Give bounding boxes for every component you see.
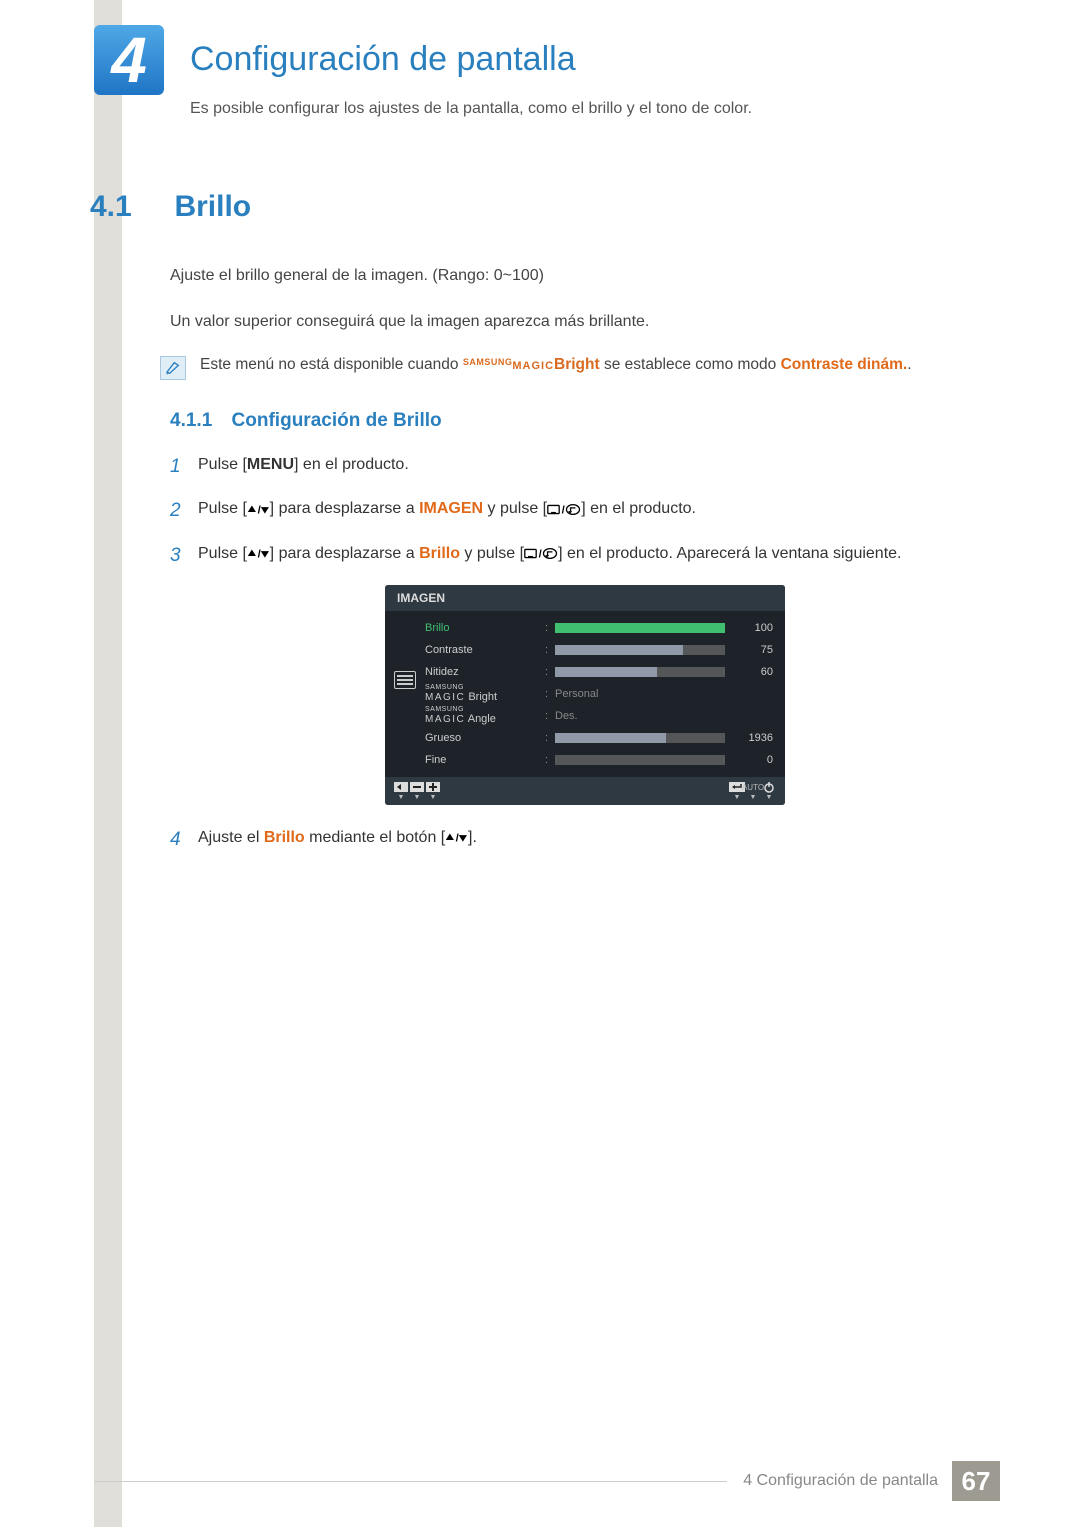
osd-title: IMAGEN <box>385 585 785 611</box>
note-samsung: SAMSUNG <box>463 357 513 367</box>
source-enter-icon: / <box>547 501 581 517</box>
svg-text:/: / <box>456 833 460 844</box>
note-icon <box>160 356 186 380</box>
auto-label: AUTO <box>745 781 761 793</box>
section-body: Ajuste el brillo general de la imagen. (… <box>170 264 1000 856</box>
note-post: . <box>907 356 911 373</box>
osd-row: Grueso:1936 <box>425 727 773 749</box>
note-bright: Bright <box>554 356 600 373</box>
step-text: Ajuste el Brillo mediante el botón [/]. <box>198 825 1000 855</box>
note-mid: se establece como modo <box>600 356 781 373</box>
osd-category-icon <box>385 611 425 777</box>
osd-row: Contraste:75 <box>425 639 773 661</box>
note-pre: Este menú no está disponible cuando <box>200 356 463 373</box>
source-enter-icon: / <box>524 546 558 562</box>
osd-row: SAMSUNGMAGIC Angle:Des. <box>425 705 773 727</box>
para2: Un valor superior conseguirá que la imag… <box>170 310 1000 334</box>
section: 4.1 Brillo Ajuste el brillo general de l… <box>90 190 1000 870</box>
steps-list-2: 4 Ajuste el Brillo mediante el botón [/]… <box>170 825 1000 855</box>
up-down-icon: / <box>247 546 270 562</box>
step-4: 4 Ajuste el Brillo mediante el botón [/]… <box>170 825 1000 855</box>
osd-footer: ▼ ▼ ▼ ▼ AUTO▼ ▼ <box>385 777 785 805</box>
osd-row: SAMSUNGMAGIC Bright:Personal <box>425 683 773 705</box>
chapter-number: 4 <box>111 28 147 92</box>
plus-icon <box>425 781 441 793</box>
note-text: Este menú no está disponible cuando SAMS… <box>200 356 912 374</box>
svg-text:/: / <box>257 504 261 515</box>
section-number: 4.1 <box>90 190 170 224</box>
subsection-number: 4.1.1 <box>170 410 212 431</box>
subsection-title: Configuración de Brillo <box>232 410 442 431</box>
back-icon <box>393 781 409 793</box>
footer-chapter-ref: 4 Configuración de pantalla <box>743 1472 938 1490</box>
svg-text:/: / <box>539 549 543 560</box>
svg-text:/: / <box>257 549 261 560</box>
step-number: 2 <box>170 496 198 526</box>
osd-screenshot: IMAGEN Brillo:100Contraste:75Nitidez:60S… <box>385 585 785 805</box>
brillo-label: Brillo <box>419 545 460 562</box>
step-2: 2 Pulse [/] para desplazarse a IMAGEN y … <box>170 496 1000 526</box>
svg-text:/: / <box>562 504 566 515</box>
section-title: Brillo <box>174 190 251 224</box>
step-text: Pulse [/] para desplazarse a Brillo y pu… <box>198 541 1000 571</box>
osd-rows: Brillo:100Contraste:75Nitidez:60SAMSUNGM… <box>425 611 785 777</box>
step-number: 3 <box>170 541 198 571</box>
chapter-title: Configuración de pantalla <box>190 40 576 79</box>
note-dyn: Contraste dinám. <box>781 356 908 373</box>
note: Este menú no está disponible cuando SAMS… <box>160 356 1000 380</box>
step-1: 1 Pulse [MENU] en el producto. <box>170 452 1000 482</box>
menu-button-label: MENU <box>247 456 294 473</box>
chapter-header: 4 Configuración de pantalla Es posible c… <box>0 0 1080 25</box>
imagen-label: IMAGEN <box>419 500 483 517</box>
osd-row: Brillo:100 <box>425 617 773 639</box>
up-down-icon: / <box>247 501 270 517</box>
step-text: Pulse [MENU] en el producto. <box>198 452 1000 482</box>
power-icon <box>761 781 777 793</box>
subsection-heading: 4.1.1 Configuración de Brillo <box>170 410 1000 432</box>
osd-row: Nitidez:60 <box>425 661 773 683</box>
brillo-label: Brillo <box>264 829 305 846</box>
step-number: 4 <box>170 825 198 855</box>
chapter-subtitle: Es posible configurar los ajustes de la … <box>190 100 752 118</box>
footer-divider <box>94 1481 727 1482</box>
page-footer: 4 Configuración de pantalla 67 <box>0 1461 1080 1501</box>
para1: Ajuste el brillo general de la imagen. (… <box>170 264 1000 288</box>
minus-icon <box>409 781 425 793</box>
step-number: 1 <box>170 452 198 482</box>
note-magic: MAGIC <box>512 360 554 372</box>
page-number: 67 <box>952 1461 1000 1501</box>
chapter-number-badge: 4 <box>94 25 164 95</box>
up-down-icon: / <box>445 830 468 846</box>
osd-row: Fine:0 <box>425 749 773 771</box>
step-3: 3 Pulse [/] para desplazarse a Brillo y … <box>170 541 1000 571</box>
steps-list: 1 Pulse [MENU] en el producto. 2 Pulse [… <box>170 452 1000 571</box>
step-text: Pulse [/] para desplazarse a IMAGEN y pu… <box>198 496 1000 526</box>
